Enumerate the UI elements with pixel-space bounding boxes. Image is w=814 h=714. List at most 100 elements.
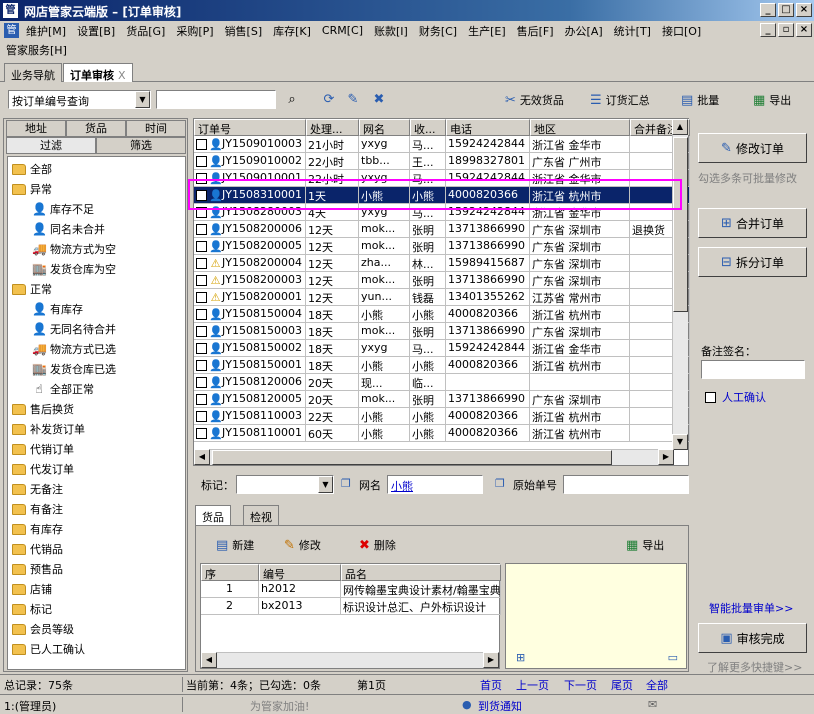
menu-inventory[interactable]: 库存[K] <box>273 23 311 39</box>
tree-item[interactable]: 代销订单 <box>12 439 74 459</box>
table-row[interactable]: 👤JY1508200005 12天 mok... 张明 13713866990 广东省 深… <box>194 238 690 255</box>
tab-detail-inspect[interactable]: 检视 <box>243 505 279 525</box>
child-close-button[interactable]: × <box>796 23 812 37</box>
edit-icon[interactable]: ✎ <box>345 92 361 108</box>
tab-address[interactable]: 地址 <box>6 120 66 137</box>
grid-horizontal-scrollbar[interactable]: ◀ ▶ <box>194 449 674 465</box>
tree-item[interactable]: 代发订单 <box>12 459 74 479</box>
add-icon[interactable]: ⊞ <box>516 651 525 664</box>
table-row[interactable]: 2 bx2013 标识设计总汇、户外标识设计 <box>201 598 501 615</box>
tree-item[interactable]: 异常 <box>12 179 52 199</box>
child-restore-button[interactable]: ▫ <box>778 23 794 37</box>
tree-item[interactable]: 标记 <box>12 599 52 619</box>
scroll-left-icon[interactable]: ◀ <box>201 652 217 668</box>
table-row[interactable]: 👤JY1508120005 20天 mok... 张明 13713866990 广东省 深… <box>194 391 690 408</box>
edit-item-button[interactable]: ✎ 修改 <box>284 535 321 555</box>
remark-area[interactable]: ⊞ ▭ <box>505 563 687 669</box>
table-row[interactable]: 👤JY1508120006 20天 现... 临... <box>194 374 690 391</box>
row-checkbox[interactable] <box>196 410 207 422</box>
table-row[interactable]: 👤JY1508150004 18天 小熊 小熊 4000820366 浙江省 杭州市 <box>194 306 690 323</box>
grid-col-header[interactable]: 电话 <box>446 119 530 136</box>
last-page-link[interactable]: 尾页 <box>611 677 633 693</box>
table-row[interactable]: 👤JY1508150003 18天 mok... 张明 13713866990 广东省 深… <box>194 323 690 340</box>
tree-item[interactable]: 售后换货 <box>12 399 74 419</box>
chevron-down-icon[interactable]: ▼ <box>318 476 333 493</box>
tree-item[interactable]: 已人工确认 <box>12 639 85 659</box>
smart-batch-link[interactable]: 智能批量审单>> <box>709 600 793 616</box>
search-input[interactable] <box>156 90 276 109</box>
detail-col-seq[interactable]: 序 <box>201 564 259 581</box>
tab-order-review[interactable]: 订单审核 X <box>63 63 133 82</box>
table-row[interactable]: ⚠ JY1508200004 12天 zha... 林... 15989415687 广东省… <box>194 255 690 272</box>
menu-service[interactable]: 管家服务[H] <box>6 42 67 58</box>
menu-crm[interactable]: CRM[C] <box>322 24 363 37</box>
row-checkbox[interactable] <box>196 223 207 235</box>
detail-col-code[interactable]: 编号 <box>259 564 341 581</box>
query-mode-select[interactable]: 按订单编号查询 ▼ <box>8 90 151 109</box>
review-complete-button[interactable]: ▣ 审核完成 <box>698 623 807 653</box>
tab-goods[interactable]: 货品 <box>66 120 126 137</box>
table-row[interactable]: ⚠ JY1508200001 12天 yun... 钱磊 13401355262 江苏省 常… <box>194 289 690 306</box>
close-tab-icon[interactable]: X <box>118 69 126 82</box>
scroll-down-icon[interactable]: ▼ <box>672 434 688 450</box>
scroll-up-icon[interactable]: ▲ <box>672 119 688 135</box>
tree-item[interactable]: 无备注 <box>12 479 63 499</box>
grid-col-header[interactable]: 收... <box>410 119 446 136</box>
grid-col-header[interactable]: 网名 <box>359 119 410 136</box>
row-checkbox[interactable] <box>196 342 207 354</box>
tab-business-nav[interactable]: 业务导航 <box>4 63 62 82</box>
remark-signature-input[interactable] <box>701 360 805 379</box>
mail-icon[interactable]: ✉ <box>648 698 657 711</box>
row-checkbox[interactable] <box>196 376 207 388</box>
batch-button[interactable]: ▤ 批量 <box>681 90 719 110</box>
scroll-right-icon[interactable]: ▶ <box>658 449 674 465</box>
clear-icon[interactable]: ✖ <box>371 92 387 108</box>
menu-finance[interactable]: 财务[C] <box>419 23 457 39</box>
row-checkbox[interactable] <box>196 393 207 405</box>
export-button[interactable]: ▦ 导出 <box>753 90 791 110</box>
table-row[interactable]: 👤JY1508110001 60天 小熊 小熊 4000820366 浙江省 杭州市 <box>194 425 690 442</box>
scroll-thumb[interactable] <box>673 137 688 312</box>
row-checkbox[interactable] <box>196 240 207 252</box>
grid-col-header[interactable]: 处理... <box>306 119 359 136</box>
menu-purchase[interactable]: 采购[P] <box>176 23 213 39</box>
tree-item[interactable]: 🏬 发货仓库为空 <box>32 259 116 279</box>
table-row[interactable]: ⚠ JY1508200003 12天 mok... 张明 13713866990 广东省 深… <box>194 272 690 289</box>
scroll-right-icon[interactable]: ▶ <box>483 652 499 668</box>
menu-sales[interactable]: 销售[S] <box>225 23 263 39</box>
menu-maintain[interactable]: 维护[M] <box>26 23 66 39</box>
tree-item[interactable]: 有库存 <box>12 519 63 539</box>
table-row[interactable]: 1 h2012 网传翰墨宝典设计素材/翰墨宝典 <box>201 581 501 598</box>
tab-screen[interactable]: 筛选 <box>96 137 186 154</box>
invalid-goods-button[interactable]: ✂ 无效货品 <box>505 90 564 110</box>
tree-item[interactable]: 预售品 <box>12 559 63 579</box>
arrival-notice-link[interactable]: 到货通知 <box>478 698 522 714</box>
row-checkbox[interactable] <box>196 155 207 167</box>
close-button[interactable]: × <box>796 3 812 17</box>
table-row[interactable]: 👤JY1508150001 18天 小熊 小熊 4000820366 浙江省 杭州市 <box>194 357 690 374</box>
new-item-button[interactable]: ▤ 新建 <box>216 535 254 555</box>
menu-aftersale[interactable]: 售后[F] <box>517 23 554 39</box>
tree-item[interactable]: 会员等级 <box>12 619 74 639</box>
grid-vertical-scrollbar[interactable]: ▲ ▼ <box>672 119 688 450</box>
netname-field[interactable]: 小熊 <box>387 475 483 494</box>
mark-select[interactable]: ▼ <box>236 475 334 494</box>
tree-item[interactable]: 有备注 <box>12 499 63 519</box>
tree-item[interactable]: 👤 无同名待合并 <box>32 319 116 339</box>
tree-item[interactable]: 🏬 发货仓库已选 <box>32 359 116 379</box>
minimize-button[interactable]: _ <box>760 3 776 17</box>
tree-item[interactable]: 👤 库存不足 <box>32 199 94 219</box>
chevron-down-icon[interactable]: ▼ <box>135 91 150 108</box>
checkbox-icon[interactable] <box>705 391 716 403</box>
tab-detail-goods[interactable]: 货品 <box>195 505 231 525</box>
menu-accounts[interactable]: 账款[I] <box>374 23 408 39</box>
prev-page-link[interactable]: 上一页 <box>516 677 549 693</box>
menu-office[interactable]: 办公[A] <box>565 23 603 39</box>
comment-icon[interactable]: ▭ <box>668 651 678 664</box>
search-icon[interactable]: ⌕ <box>284 92 300 108</box>
tree-item[interactable]: 店铺 <box>12 579 52 599</box>
tree-item[interactable]: 代销品 <box>12 539 63 559</box>
scroll-left-icon[interactable]: ◀ <box>194 449 210 465</box>
modify-order-button[interactable]: ✎ 修改订单 <box>698 133 807 163</box>
manual-confirm-checkbox[interactable]: 人工确认 <box>705 389 766 405</box>
